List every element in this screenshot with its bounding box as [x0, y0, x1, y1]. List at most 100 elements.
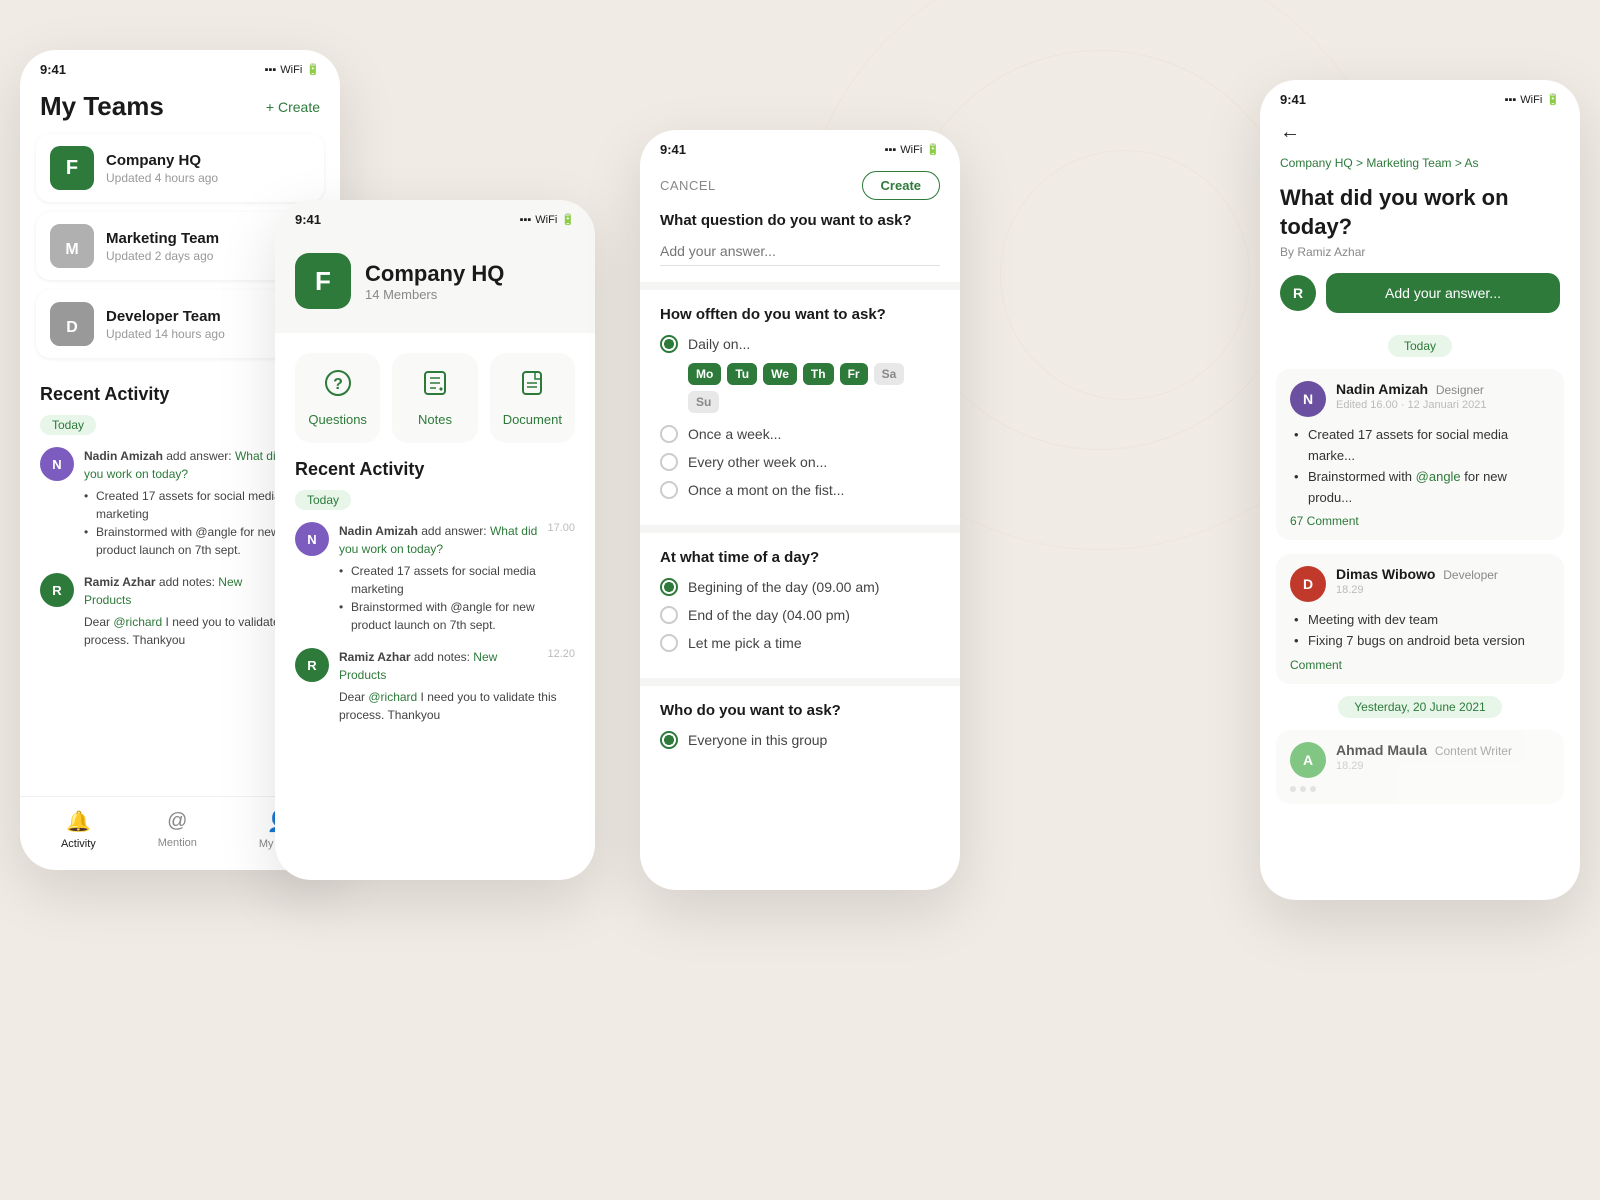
activity-time-ramiz-2: 12.20: [547, 648, 575, 660]
signal-icon-4: ▪▪▪: [1505, 94, 1517, 106]
divider-2: [640, 525, 960, 533]
radio-morning: [660, 578, 678, 596]
day-sa[interactable]: Sa: [874, 363, 905, 385]
card-role-ahmad: Content Writer: [1431, 744, 1511, 758]
today-badge: Today: [40, 415, 96, 435]
nav-mention[interactable]: @ Mention: [158, 810, 197, 849]
card-role-dimas: Developer: [1440, 568, 1498, 582]
my-teams-header: My Teams + Create: [20, 83, 340, 134]
frequency-label: How offten do you want to ask?: [660, 306, 940, 323]
activity-avatar-nadin: N: [40, 447, 74, 481]
question-input-section: What question do you want to ask?: [640, 212, 960, 282]
create-button[interactable]: + Create: [266, 99, 320, 115]
question-input[interactable]: [660, 237, 940, 266]
frequency-section: How offten do you want to ask? Daily on.…: [640, 290, 960, 525]
wifi-icon: WiFi: [280, 64, 302, 76]
time-option-morning[interactable]: Begining of the day (09.00 am): [660, 578, 940, 596]
company-info: Company HQ 14 Members: [365, 261, 504, 302]
battery-icon-2: 🔋: [561, 213, 575, 226]
battery-icon-4: 🔋: [1546, 93, 1560, 106]
team-updated: Updated 2 days ago: [106, 249, 219, 263]
action-document[interactable]: Document: [490, 353, 575, 443]
card-meta-dimas: Dimas Wibowo Developer 18.29: [1336, 566, 1550, 596]
action-notes[interactable]: Notes: [392, 353, 477, 443]
card-edited-nadin: Edited 16.00 · 12 Januari 2021: [1336, 399, 1550, 411]
freq-label-daily: Daily on...: [688, 336, 750, 352]
team-name: Developer Team: [106, 308, 225, 325]
action-questions[interactable]: ? Questions: [295, 353, 380, 443]
comment-link-dimas[interactable]: Comment: [1290, 658, 1550, 672]
radio-biweekly: [660, 453, 678, 471]
day-th[interactable]: Th: [803, 363, 834, 385]
status-bar-2: 9:41 ▪▪▪ WiFi 🔋: [275, 200, 595, 233]
team-avatar-marketing: M: [50, 224, 94, 268]
card-name-nadin: Nadin Amizah: [1336, 381, 1428, 397]
card-bullet: Brainstormed with @angle for new produ..…: [1294, 467, 1550, 509]
activity-content-ramiz-2: Ramiz Azhar add notes: New Products 12.2…: [339, 648, 575, 724]
divider-1: [640, 282, 960, 290]
day-fr[interactable]: Fr: [840, 363, 868, 385]
day-mo[interactable]: Mo: [688, 363, 721, 385]
company-name: Company HQ: [365, 261, 504, 287]
today-badge-4: Today: [1260, 337, 1580, 355]
team-name: Company HQ: [106, 152, 218, 169]
status-time-2: 9:41: [295, 212, 321, 227]
day-pills: Mo Tu We Th Fr Sa Su: [688, 363, 940, 413]
freq-option-biweekly[interactable]: Every other week on...: [660, 453, 940, 471]
freq-option-weekly[interactable]: Once a week...: [660, 425, 940, 443]
today-badge-2: Today: [295, 490, 351, 510]
day-tu[interactable]: Tu: [727, 363, 757, 385]
freq-label-monthly: Once a mont on the fist...: [688, 482, 844, 498]
time-label-evening: End of the day (04.00 pm): [688, 607, 850, 623]
bell-icon: 🔔: [66, 809, 91, 834]
time-label-custom: Let me pick a time: [688, 635, 802, 651]
bullet-item: Created 17 assets for social media marke…: [339, 562, 575, 598]
signal-icon-3: ▪▪▪: [885, 144, 897, 156]
comment-link-nadin[interactable]: 67 Comment: [1290, 514, 1550, 528]
create-button-pill[interactable]: Create: [862, 171, 940, 200]
action-grid: ? Questions Notes: [275, 333, 595, 443]
svg-text:D: D: [66, 319, 78, 336]
card-bullet: Meeting with dev team: [1294, 610, 1550, 631]
team-info-marketing: Marketing Team Updated 2 days ago: [106, 230, 219, 263]
radio-everyone: [660, 731, 678, 749]
team-item-company-hq[interactable]: F Company HQ Updated 4 hours ago: [36, 134, 324, 202]
activity-bullets-nadin-2: Created 17 assets for social media marke…: [339, 562, 575, 634]
bullet-item: Brainstormed with @angle for new product…: [339, 598, 575, 634]
user-avatar: R: [1280, 275, 1316, 311]
cancel-button[interactable]: CANCEL: [660, 178, 716, 193]
time-option-evening[interactable]: End of the day (04.00 pm): [660, 606, 940, 624]
battery-icon: 🔋: [306, 63, 320, 76]
time-option-custom[interactable]: Let me pick a time: [660, 634, 940, 652]
company-header: F Company HQ 14 Members: [275, 233, 595, 333]
who-option-everyone[interactable]: Everyone in this group: [660, 731, 940, 749]
card-name-ahmad: Ahmad Maula: [1336, 742, 1427, 758]
status-time-3: 9:41: [660, 142, 686, 157]
activity-avatar-ramiz-2: R: [295, 648, 329, 682]
by-line: By Ramiz Azhar: [1260, 245, 1580, 273]
team-avatar-developer: D: [50, 302, 94, 346]
card-name-dimas: Dimas Wibowo: [1336, 566, 1435, 582]
activity-avatar-ramiz: R: [40, 573, 74, 607]
phone-activity-detail: 9:41 ▪▪▪ WiFi 🔋 ← Company HQ > Marketing…: [1260, 80, 1580, 900]
day-su[interactable]: Su: [688, 391, 719, 413]
time-label: At what time of a day?: [660, 549, 940, 566]
card-role-nadin: Designer: [1433, 383, 1484, 397]
activity-text-nadin-2: Nadin Amizah add answer: What did you wo…: [339, 522, 547, 558]
activity-text-nadin: Nadin Amizah add answer: What did you wo…: [84, 447, 292, 483]
activity-card-dimas: D Dimas Wibowo Developer 18.29 Meeting w…: [1276, 554, 1564, 684]
add-answer-button[interactable]: Add your answer...: [1326, 273, 1560, 313]
freq-option-daily[interactable]: Daily on...: [660, 335, 940, 353]
freq-option-monthly[interactable]: Once a mont on the fist...: [660, 481, 940, 499]
freq-label-weekly: Once a week...: [688, 426, 781, 442]
card-avatar-dimas: D: [1290, 566, 1326, 602]
back-bar[interactable]: ←: [1260, 113, 1580, 152]
nav-activity[interactable]: 🔔 Activity: [61, 809, 96, 850]
activity-avatar-nadin-2: N: [295, 522, 329, 556]
day-we[interactable]: We: [763, 363, 797, 385]
activity-item-ramiz-2: R Ramiz Azhar add notes: New Products 12…: [295, 648, 575, 724]
company-members: 14 Members: [365, 287, 504, 302]
wifi-icon-4: WiFi: [1520, 94, 1542, 106]
radio-monthly: [660, 481, 678, 499]
card-header-nadin: N Nadin Amizah Designer Edited 16.00 · 1…: [1290, 381, 1550, 417]
